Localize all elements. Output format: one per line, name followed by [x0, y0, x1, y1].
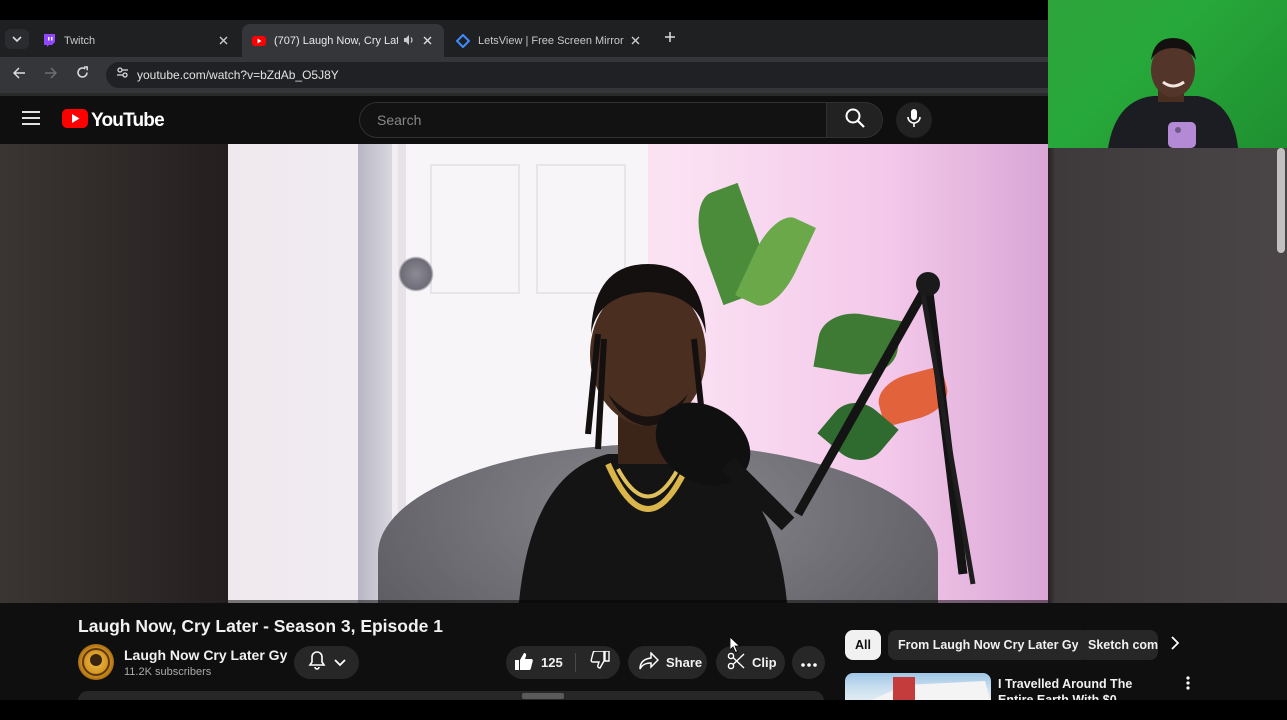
search-input[interactable]	[375, 111, 795, 129]
arrow-right-icon	[44, 66, 57, 84]
tab-search-button[interactable]	[5, 29, 29, 49]
close-icon[interactable]	[629, 34, 642, 47]
arrow-left-icon	[12, 66, 26, 84]
chip-all[interactable]: All	[845, 630, 881, 660]
guide-menu-button[interactable]	[19, 108, 43, 132]
tab-twitch[interactable]: Twitch	[32, 24, 240, 57]
like-dislike-group: 125	[506, 646, 620, 679]
channel-avatar[interactable]	[78, 644, 114, 680]
window-bottom-edge	[0, 700, 1287, 720]
twitch-icon	[42, 33, 56, 48]
share-button[interactable]: Share	[628, 646, 707, 679]
forward-button[interactable]	[40, 65, 60, 85]
tab-strip: Twitch (707) Laugh Now, Cry Later LetsVi…	[0, 20, 1048, 57]
url-text: youtube.com/watch?v=bZdAb_O5J8Y	[137, 68, 339, 82]
letsview-icon	[456, 33, 470, 48]
search-icon	[845, 108, 865, 133]
site-settings-icon[interactable]	[116, 66, 129, 84]
chip-from-channel[interactable]: From Laugh Now Cry Later Gy	[888, 630, 1089, 660]
share-arrow-icon	[639, 651, 660, 673]
chip-sketch-comedy[interactable]: Sketch com	[1078, 630, 1158, 660]
plus-icon	[664, 30, 676, 48]
more-actions-button[interactable]	[792, 646, 825, 679]
search-button[interactable]	[827, 102, 883, 138]
browser-toolbar: youtube.com/watch?v=bZdAb_O5J8Y	[0, 57, 1048, 93]
youtube-wordmark: YouTube	[91, 110, 165, 131]
page-scrollbar-thumb[interactable]	[1277, 148, 1285, 253]
video-title: Laugh Now, Cry Later - Season 3, Episode…	[78, 616, 443, 636]
youtube-logo[interactable]: YouTube	[62, 109, 165, 133]
chevron-down-icon	[12, 30, 22, 48]
clip-label: Clip	[752, 655, 777, 670]
youtube-icon	[252, 34, 266, 48]
back-button[interactable]	[9, 65, 29, 85]
close-icon[interactable]	[421, 34, 434, 47]
tab-title: Twitch	[64, 34, 96, 47]
share-label: Share	[666, 655, 703, 670]
thumbs-down-icon	[590, 650, 610, 674]
subscriber-count: 11.2K subscribers	[124, 666, 212, 678]
theater-background	[0, 144, 1287, 603]
chevron-down-icon	[333, 654, 346, 672]
new-tab-button[interactable]	[660, 29, 680, 49]
channel-name[interactable]: Laugh Now Cry Later Gy	[124, 647, 287, 663]
more-horizontal-icon	[800, 654, 817, 672]
tab-youtube[interactable]: (707) Laugh Now, Cry Later	[242, 24, 444, 57]
dislike-button[interactable]	[586, 646, 614, 679]
tab-title: (707) Laugh Now, Cry Later	[274, 34, 398, 47]
reload-button[interactable]	[72, 65, 92, 85]
like-button[interactable]: 125	[514, 646, 563, 679]
bell-icon	[308, 650, 326, 675]
hamburger-menu-icon	[22, 110, 40, 130]
speaker-icon[interactable]	[403, 34, 415, 49]
close-icon[interactable]	[217, 34, 230, 47]
chevron-right-icon	[1170, 635, 1180, 655]
reload-icon	[76, 66, 89, 84]
search-box[interactable]	[359, 102, 827, 138]
tab-title: LetsView | Free Screen Mirroring	[478, 34, 624, 47]
recommendation-thumbnail[interactable]	[845, 673, 991, 703]
like-count: 125	[541, 655, 563, 670]
voice-search-button[interactable]	[896, 102, 932, 138]
like-divider	[575, 653, 576, 672]
microphone-icon	[907, 108, 921, 133]
youtube-play-icon	[62, 109, 88, 133]
tab-letsview[interactable]: LetsView | Free Screen Mirroring	[446, 24, 652, 57]
clip-button[interactable]: Clip	[716, 646, 785, 679]
webcam-overlay	[1048, 0, 1287, 148]
more-vertical-icon	[1186, 675, 1190, 695]
thumbs-up-icon	[514, 652, 534, 673]
address-bar[interactable]: youtube.com/watch?v=bZdAb_O5J8Y	[106, 62, 1048, 88]
mouse-cursor-icon	[729, 636, 741, 658]
video-player[interactable]	[228, 144, 1048, 603]
description-handle	[522, 693, 564, 699]
recommendation-title[interactable]: I Travelled Around The Entire Earth With…	[998, 676, 1168, 702]
recommendation-menu-button[interactable]	[1181, 675, 1195, 695]
subscription-bell-button[interactable]	[294, 646, 359, 679]
chips-next-button[interactable]	[1165, 635, 1185, 655]
youtube-header: YouTube	[0, 96, 1048, 144]
window-titlebar	[0, 0, 1048, 20]
